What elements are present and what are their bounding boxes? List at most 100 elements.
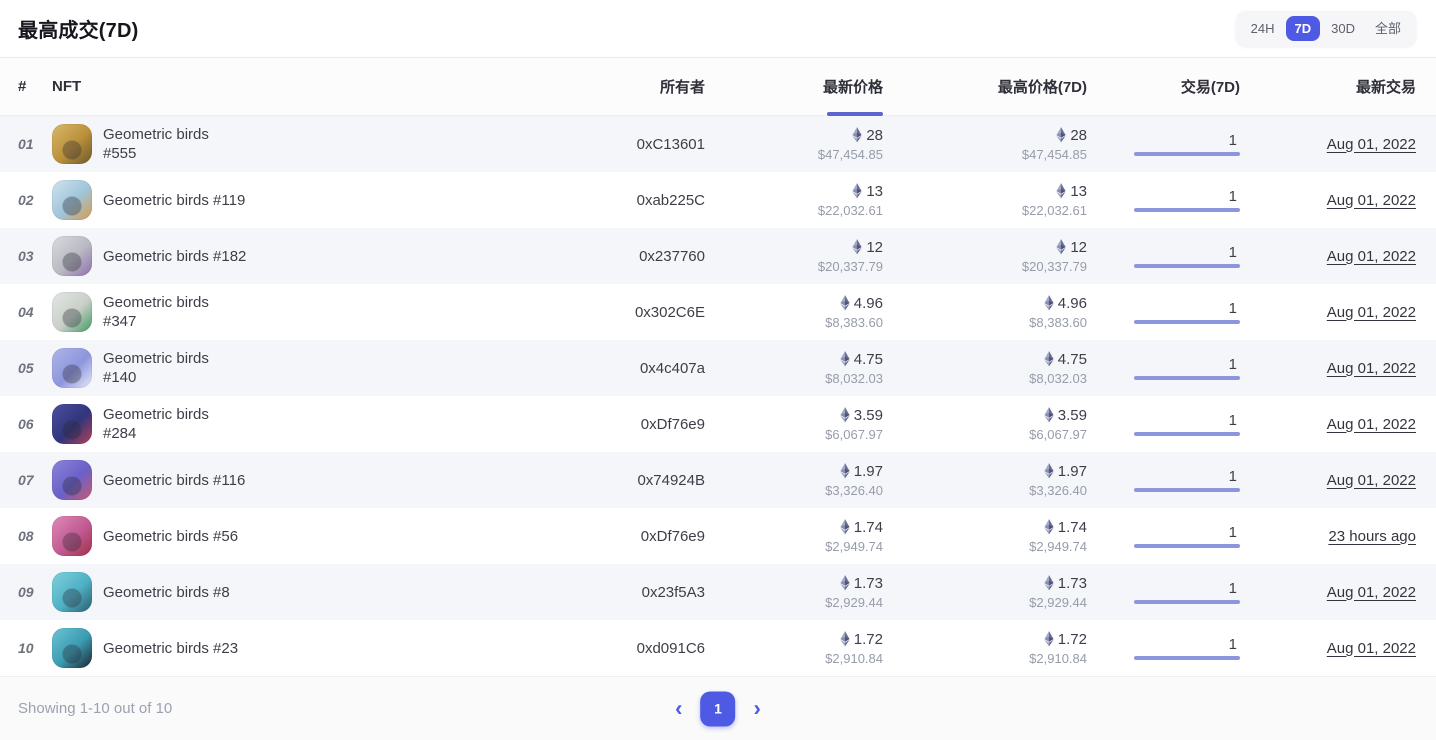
nft-name[interactable]: Geometric birds #140 (103, 349, 209, 387)
nft-thumbnail[interactable] (52, 236, 92, 276)
latest-price-eth: 4.75 (854, 351, 883, 368)
nft-thumbnail[interactable] (52, 460, 92, 500)
column-header-high-price[interactable]: 最高价格(7D) (883, 76, 1087, 97)
nft-thumbnail[interactable] (52, 572, 92, 612)
table-row[interactable]: 02 Geometric birds #119 0xab225C 13 (0, 172, 1436, 228)
high-price-eth: 28 (1070, 127, 1087, 144)
nft-name-line1: Geometric birds (103, 294, 209, 311)
eth-icon (1044, 519, 1054, 535)
eth-icon (852, 239, 862, 255)
trades-count: 1 (1134, 301, 1240, 317)
nft-name[interactable]: Geometric birds #8 (103, 583, 230, 602)
latest-price-usd: $22,032.61 (705, 203, 883, 218)
table-row[interactable]: 05 Geometric birds #140 0x4c407a 4.75 (0, 340, 1436, 396)
column-header-owner[interactable]: 所有者 (408, 76, 705, 97)
column-header-latest-price[interactable]: 最新价格 (705, 58, 883, 115)
nft-name[interactable]: Geometric birds #56 (103, 527, 238, 546)
table-body: 01 Geometric birds #555 0xC13601 28 (0, 116, 1436, 676)
nft-name[interactable]: Geometric birds #555 (103, 125, 209, 163)
latest-price-usd: $20,337.79 (705, 259, 883, 274)
owner-address: 0xDf76e9 (641, 416, 705, 433)
table-row[interactable]: 08 Geometric birds #56 0xDf76e9 1.74 (0, 508, 1436, 564)
last-trade-link[interactable]: Aug 01, 2022 (1327, 416, 1416, 433)
filter-7d-button[interactable]: 7D (1286, 16, 1321, 41)
nft-thumbnail[interactable] (52, 180, 92, 220)
high-price-eth: 1.73 (1058, 575, 1087, 592)
next-page-icon[interactable]: › (750, 698, 765, 720)
latest-price-usd: $8,032.03 (705, 371, 883, 386)
nft-name-line1: Geometric birds #23 (103, 640, 238, 657)
last-trade-link[interactable]: Aug 01, 2022 (1327, 192, 1416, 209)
last-trade-link[interactable]: Aug 01, 2022 (1327, 304, 1416, 321)
eth-icon (1044, 295, 1054, 311)
prev-page-icon[interactable]: ‹ (671, 698, 686, 720)
nft-thumbnail[interactable] (52, 628, 92, 668)
page-title: 最高成交(7D) (18, 14, 139, 43)
owner-address: 0x4c407a (640, 360, 705, 377)
last-trade-link[interactable]: Aug 01, 2022 (1327, 136, 1416, 153)
trades-count: 1 (1134, 245, 1240, 261)
nft-name[interactable]: Geometric birds #23 (103, 639, 238, 658)
column-header-trades[interactable]: 交易(7D) (1087, 76, 1240, 97)
showing-text: Showing 1-10 out of 10 (18, 700, 172, 717)
row-rank: 08 (18, 528, 34, 544)
column-header-last-trade[interactable]: 最新交易 (1240, 76, 1416, 97)
last-trade-link[interactable]: Aug 01, 2022 (1327, 640, 1416, 657)
nft-thumbnail[interactable] (52, 124, 92, 164)
latest-price-usd: $2,949.74 (705, 539, 883, 554)
high-price-usd: $3,326.40 (883, 483, 1087, 498)
nft-name[interactable]: Geometric birds #182 (103, 247, 246, 266)
table-row[interactable]: 09 Geometric birds #8 0x23f5A3 1.73 (0, 564, 1436, 620)
table-row[interactable]: 07 Geometric birds #116 0x74924B 1.97 (0, 452, 1436, 508)
last-trade-link[interactable]: Aug 01, 2022 (1327, 584, 1416, 601)
filter-all-button[interactable]: 全部 (1366, 16, 1410, 41)
latest-price-usd: $3,326.40 (705, 483, 883, 498)
table-row[interactable]: 01 Geometric birds #555 0xC13601 28 (0, 116, 1436, 172)
latest-price-eth: 1.73 (854, 575, 883, 592)
nft-name-line1: Geometric birds #119 (103, 192, 245, 209)
table-row[interactable]: 06 Geometric birds #284 0xDf76e9 3.59 (0, 396, 1436, 452)
table-row[interactable]: 10 Geometric birds #23 0xd091C6 1.72 (0, 620, 1436, 676)
page-1-button[interactable]: 1 (701, 691, 736, 726)
last-trade-link[interactable]: Aug 01, 2022 (1327, 360, 1416, 377)
high-price-usd: $8,383.60 (883, 315, 1087, 330)
eth-icon (1044, 631, 1054, 647)
table-row[interactable]: 03 Geometric birds #182 0x237760 12 (0, 228, 1436, 284)
table-footer: Showing 1-10 out of 10 ‹ 1 › (0, 676, 1436, 740)
nft-thumbnail[interactable] (52, 516, 92, 556)
high-price-eth: 4.75 (1058, 351, 1087, 368)
last-trade-link[interactable]: Aug 01, 2022 (1327, 472, 1416, 489)
nft-thumbnail[interactable] (52, 348, 92, 388)
trades-count: 1 (1134, 525, 1240, 541)
nft-name[interactable]: Geometric birds #116 (103, 471, 245, 490)
high-price-usd: $20,337.79 (883, 259, 1087, 274)
nft-name-line2: #284 (103, 424, 209, 443)
trades-count: 1 (1134, 189, 1240, 205)
trades-bar (1134, 600, 1240, 604)
row-rank: 10 (18, 640, 34, 656)
nft-name[interactable]: Geometric birds #119 (103, 191, 245, 210)
nft-name-line1: Geometric birds (103, 126, 209, 143)
latest-price-eth: 1.74 (854, 519, 883, 536)
last-trade-link[interactable]: Aug 01, 2022 (1327, 248, 1416, 265)
trades-bar (1134, 488, 1240, 492)
nft-name-line1: Geometric birds #8 (103, 584, 230, 601)
pagination: ‹ 1 › (671, 691, 765, 726)
last-trade-link[interactable]: 23 hours ago (1328, 528, 1416, 545)
column-header-nft[interactable]: NFT (52, 78, 408, 95)
nft-name[interactable]: Geometric birds #284 (103, 405, 209, 443)
table-row[interactable]: 04 Geometric birds #347 0x302C6E 4.96 (0, 284, 1436, 340)
filter-30d-button[interactable]: 30D (1322, 16, 1364, 41)
filter-24h-button[interactable]: 24H (1242, 16, 1284, 41)
eth-icon (840, 631, 850, 647)
row-rank: 07 (18, 472, 34, 488)
nft-name[interactable]: Geometric birds #347 (103, 293, 209, 331)
high-price-eth: 1.97 (1058, 463, 1087, 480)
high-price-eth: 12 (1070, 239, 1087, 256)
nft-thumbnail[interactable] (52, 292, 92, 332)
nft-thumbnail[interactable] (52, 404, 92, 444)
nft-name-line1: Geometric birds (103, 406, 209, 423)
eth-icon (840, 463, 850, 479)
eth-icon (840, 295, 850, 311)
column-header-rank[interactable]: # (18, 78, 52, 95)
